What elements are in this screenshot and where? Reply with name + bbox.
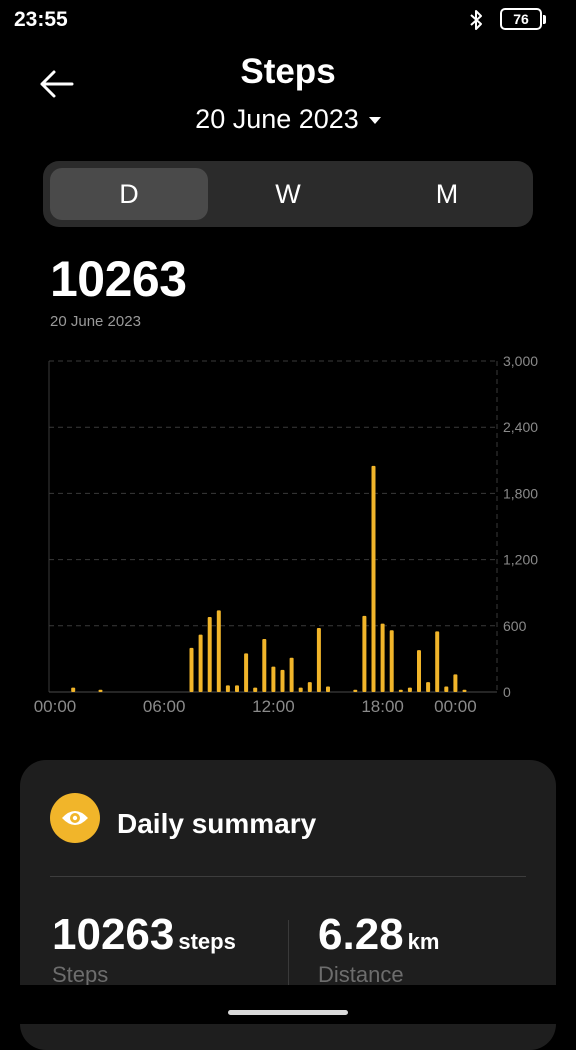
date-selector[interactable]: 20 June 2023 bbox=[0, 104, 576, 135]
status-time: 23:55 bbox=[14, 8, 68, 31]
summary-title: Daily summary bbox=[117, 808, 317, 839]
chart-bar[interactable] bbox=[371, 465, 376, 692]
chart-bar[interactable] bbox=[407, 687, 412, 692]
chart-y-tick-label: 600 bbox=[503, 618, 527, 634]
chart-bar[interactable] bbox=[189, 647, 194, 692]
chart-bar[interactable] bbox=[326, 686, 330, 692]
steps-metric-value: 10263 bbox=[52, 910, 175, 959]
tab-month[interactable]: M bbox=[368, 168, 526, 220]
chart-bar[interactable] bbox=[71, 687, 76, 692]
chart-x-tick-label: 12:00 bbox=[252, 697, 295, 716]
chart-bar[interactable] bbox=[380, 623, 385, 692]
steps-bar-chart[interactable]: 3,000 2,400 1,800 1,200 600 0 00:00 06:00 12:00 1… bbox=[0, 340, 576, 720]
chart-bar[interactable] bbox=[235, 685, 239, 692]
bottom-fade bbox=[0, 985, 576, 1024]
chart-bar[interactable] bbox=[244, 653, 249, 692]
chart-bar[interactable] bbox=[198, 634, 203, 692]
chart-bar[interactable] bbox=[307, 682, 312, 692]
distance-metric-value: 6.28 bbox=[318, 910, 404, 959]
chart-bar[interactable] bbox=[389, 630, 394, 692]
total-steps-value: 10263 bbox=[50, 251, 187, 307]
chart-x-tick-label: 00:00 bbox=[34, 697, 77, 716]
chart-bar[interactable] bbox=[207, 616, 212, 692]
chart-bar[interactable] bbox=[253, 687, 258, 692]
chart-bar[interactable] bbox=[98, 689, 103, 692]
distance-metric: 6.28 km Distance bbox=[318, 910, 439, 988]
chart-bar[interactable] bbox=[444, 686, 449, 692]
steps-metric: 10263 steps Steps bbox=[52, 910, 236, 988]
chart-y-tick-label: 1,200 bbox=[503, 552, 538, 568]
eye-icon bbox=[50, 793, 100, 843]
steps-metric-unit: steps bbox=[178, 929, 236, 954]
tab-week[interactable]: W bbox=[209, 168, 367, 220]
distance-metric-unit: km bbox=[407, 929, 440, 954]
chart-bar[interactable] bbox=[353, 689, 358, 692]
chart-bar[interactable] bbox=[225, 685, 230, 692]
chart-bar[interactable] bbox=[462, 689, 467, 692]
total-steps-date: 20 June 2023 bbox=[50, 313, 141, 330]
bluetooth-icon bbox=[470, 10, 482, 30]
status-bar: 23:55 76 bbox=[0, 0, 576, 40]
page-title: Steps bbox=[240, 52, 336, 91]
chart-y-tick-label: 1,800 bbox=[503, 485, 538, 501]
chart-bar[interactable] bbox=[289, 657, 294, 692]
chart-bar[interactable] bbox=[316, 628, 321, 692]
chart-bar[interactable] bbox=[453, 674, 458, 692]
chart-bar[interactable] bbox=[271, 666, 276, 692]
chart-y-tick-label: 0 bbox=[503, 684, 511, 700]
chart-bar[interactable] bbox=[426, 682, 431, 692]
chart-bar[interactable] bbox=[417, 650, 421, 692]
chevron-down-icon bbox=[368, 117, 381, 125]
divider bbox=[50, 876, 526, 877]
chart-bar[interactable] bbox=[280, 669, 285, 692]
chart-bar[interactable] bbox=[216, 610, 221, 692]
chart-x-tick-label: 18:00 bbox=[361, 697, 404, 716]
chart-bar[interactable] bbox=[362, 615, 367, 692]
chart-x-tick-label: 00:00 bbox=[434, 697, 477, 716]
tab-day[interactable]: D bbox=[50, 168, 208, 220]
date-selector-label: 20 June 2023 bbox=[195, 104, 359, 134]
battery-level: 76 bbox=[513, 11, 529, 27]
chart-x-tick-label: 06:00 bbox=[143, 697, 186, 716]
chart-y-tick-label: 3,000 bbox=[503, 353, 538, 369]
chart-y-tick-label: 2,400 bbox=[503, 419, 538, 435]
period-tabs: D W M bbox=[43, 161, 533, 227]
battery-icon: 76 bbox=[500, 8, 546, 30]
chart-bar[interactable] bbox=[398, 689, 403, 692]
chart-bar[interactable] bbox=[298, 687, 303, 692]
chart-bar[interactable] bbox=[435, 631, 440, 692]
home-indicator[interactable] bbox=[228, 1010, 348, 1015]
chart-bar[interactable] bbox=[262, 639, 267, 692]
